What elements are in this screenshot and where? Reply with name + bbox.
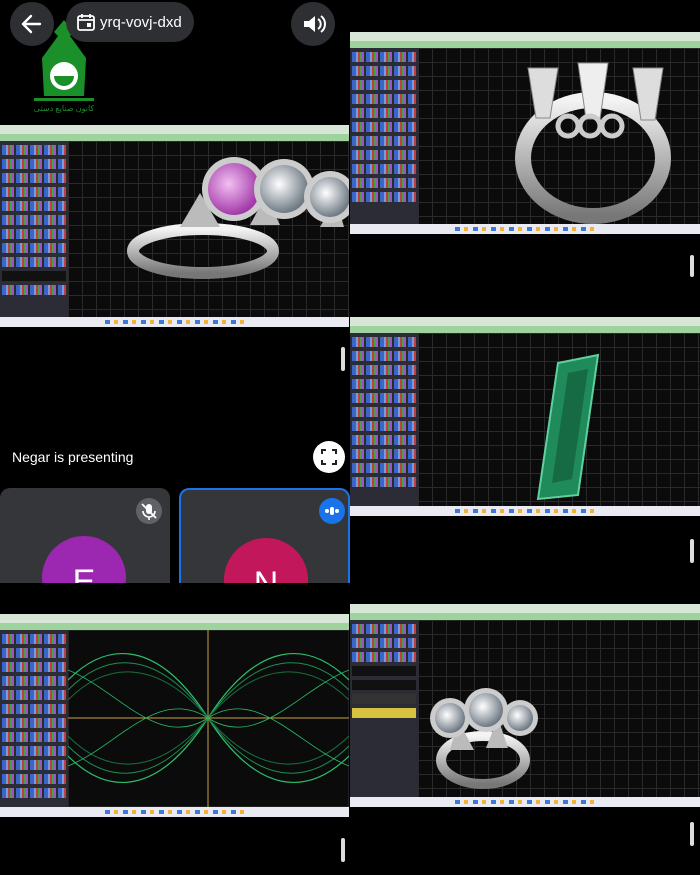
fullscreen-button[interactable] — [313, 441, 345, 473]
logo-text: کانون صنایع دستی — [33, 104, 95, 113]
cad-viewport[interactable] — [418, 48, 700, 224]
screen-tile-top-right[interactable]: File Edit View Surface Solid Mesh Dimens… — [350, 0, 700, 316]
mic-off-icon — [141, 503, 157, 520]
cad-window: File Edit View Surface Solid Mesh Dimens… — [0, 125, 349, 327]
fullscreen-icon — [321, 449, 337, 465]
cad-tabbar: Perspective — [0, 623, 349, 637]
cad-tabbar: Perspective — [350, 326, 700, 340]
cad-window: File Edit View Surface Solid Mesh Dimens… — [350, 32, 700, 234]
cad-menubar: File Edit View Surface Solid Mesh Dimens… — [350, 604, 700, 618]
cad-window: File Edit View Surface Solid Mesh Dimens… — [350, 317, 700, 516]
cad-viewport[interactable] — [67, 629, 349, 808]
cad-viewport[interactable] — [68, 141, 349, 317]
arrow-back-icon — [21, 14, 42, 34]
cad-left-panel — [350, 48, 418, 224]
windows-taskbar — [0, 807, 349, 817]
meeting-code: yrq-vovj-dxd — [100, 14, 182, 31]
screen-tile-middle-right[interactable]: File Edit View Surface Solid Mesh Dimens… — [350, 317, 700, 600]
mic-off-indicator — [136, 498, 162, 524]
scrollbar[interactable] — [690, 539, 694, 563]
cad-viewport[interactable] — [418, 333, 700, 506]
avatar: N — [224, 538, 308, 583]
audio-levels-icon — [325, 507, 339, 515]
cad-left-panel — [350, 333, 418, 506]
meeting-code-chip[interactable]: yrq-vovj-dxd — [66, 2, 194, 42]
calendar-icon — [77, 14, 95, 31]
cad-tabbar: Perspective — [350, 613, 700, 627]
screen-tile-top-left[interactable]: File Edit View Surface Solid Mesh Dimens… — [0, 0, 349, 330]
band-model-green — [536, 353, 600, 501]
ring-model-pink — [127, 157, 349, 279]
screen-tile-bottom-right[interactable]: File Edit View Surface Solid Mesh Dimens… — [350, 600, 700, 875]
cad-tabbar: Perspective — [350, 41, 700, 55]
scrollbar[interactable] — [341, 838, 345, 862]
ring-model-cones — [515, 62, 671, 224]
presenting-label: Negar is presenting — [12, 449, 134, 465]
cad-left-panel — [0, 630, 68, 807]
audio-output-button[interactable] — [291, 2, 335, 46]
cad-tabbar: Perspective — [0, 134, 349, 148]
cad-window: File Edit View Surface Solid Mesh Dimens… — [0, 614, 349, 817]
participant-tile-e[interactable]: E — [0, 488, 170, 583]
cad-window: File Edit View Surface Solid Mesh Dimens… — [350, 604, 700, 807]
scrollbar[interactable] — [690, 255, 694, 277]
cad-menubar: File Edit View Surface Solid Mesh Dimens… — [350, 32, 700, 46]
cad-left-panel — [350, 620, 418, 797]
cad-menubar: File Edit View Surface Solid Mesh Dimens… — [350, 317, 700, 331]
avatar: E — [42, 536, 126, 583]
windows-taskbar — [350, 506, 700, 516]
ring-model-silver — [430, 688, 538, 789]
speaker-icon — [304, 15, 326, 33]
screen-tile-bottom-left[interactable]: File Edit View Surface Solid Mesh Dimens… — [0, 600, 349, 875]
windows-taskbar — [0, 317, 349, 327]
windows-taskbar — [350, 224, 700, 234]
cad-left-panel — [0, 141, 68, 317]
participant-tile-n[interactable]: N — [179, 488, 350, 583]
windows-taskbar — [350, 797, 700, 807]
speaking-indicator — [319, 498, 345, 524]
cad-menubar: File Edit View Surface Solid Mesh Dimens… — [0, 614, 349, 628]
scrollbar[interactable] — [341, 347, 345, 371]
wireframe-model — [67, 629, 349, 808]
cad-viewport[interactable] — [418, 620, 700, 797]
scrollbar[interactable] — [690, 822, 694, 846]
back-button[interactable] — [10, 2, 54, 46]
cad-menubar: File Edit View Surface Solid Mesh Dimens… — [0, 125, 349, 139]
